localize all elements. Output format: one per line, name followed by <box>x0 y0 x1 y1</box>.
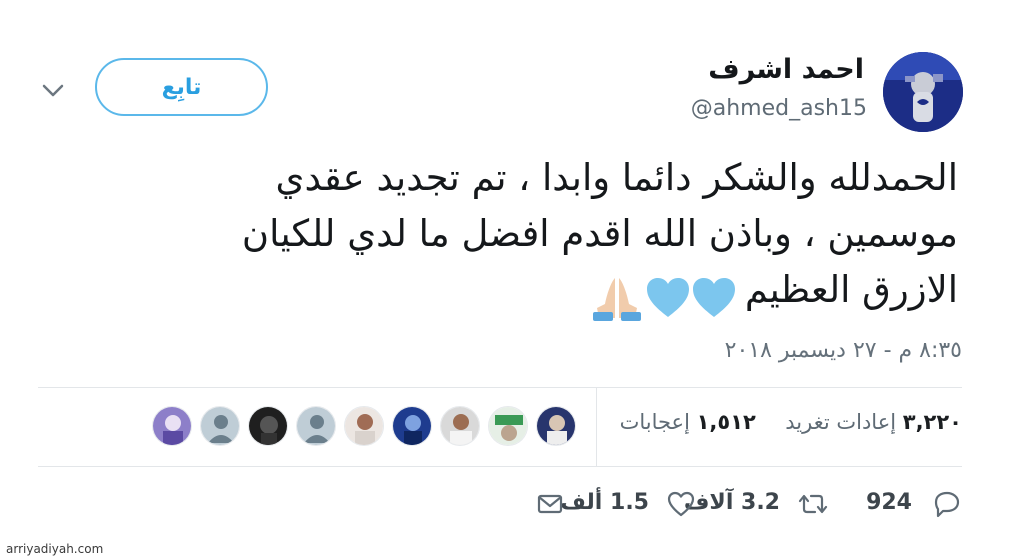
like-count[interactable]: 1.5 ألف <box>560 490 649 515</box>
likes-count[interactable]: ١,٥١٢ <box>697 410 756 434</box>
chevron-down-icon[interactable] <box>40 80 66 100</box>
divider <box>38 466 962 467</box>
heart-icon[interactable] <box>666 484 696 524</box>
liker-avatar[interactable] <box>536 406 576 446</box>
tweet-line: الحمدلله والشكر دائما وابدا ، تم تجديد ع… <box>275 156 958 199</box>
tweet-line: الازرق العظيم <box>744 268 958 311</box>
author-handle[interactable]: @ahmed_ash15 <box>691 96 867 121</box>
watermark: arriyadiyah.com <box>6 542 104 556</box>
liker-avatar[interactable] <box>440 406 480 446</box>
direct-message-icon[interactable] <box>536 484 564 524</box>
tweet-text: الحمدلله والشكر دائما وابدا ، تم تجديد ع… <box>78 150 958 324</box>
avatar-image <box>883 52 963 132</box>
avatar[interactable] <box>883 52 963 132</box>
vertical-divider <box>596 388 597 466</box>
liker-avatar[interactable] <box>296 406 336 446</box>
folded-hands-icon <box>592 277 641 321</box>
likes-label[interactable]: إعجابات <box>620 410 690 434</box>
liker-avatar[interactable] <box>152 406 192 446</box>
tweet-line-last: الازرق العظيم <box>78 262 958 324</box>
reply-icon[interactable] <box>932 484 962 524</box>
liker-avatar[interactable] <box>200 406 240 446</box>
tweet-line: موسمين ، وباذن الله اقدم افضل ما لدي للك… <box>241 212 958 255</box>
author-display-name[interactable]: احمد اشرف <box>708 54 864 85</box>
retweets-count[interactable]: ٣,٢٢٠ <box>903 410 962 434</box>
tweet-emojis <box>589 268 737 324</box>
retweet-count[interactable]: 3.2 آلاف <box>684 490 780 515</box>
retweets-label[interactable]: إعادات تغريد <box>785 410 896 434</box>
liker-avatar[interactable] <box>392 406 432 446</box>
tweet-stats: ٣,٢٢٠ إعادات تغريد ١,٥١٢ إعجابات <box>620 410 962 434</box>
liker-avatar[interactable] <box>248 406 288 446</box>
blue-heart-icon <box>646 277 689 317</box>
liker-avatar[interactable] <box>344 406 384 446</box>
reply-count[interactable]: 924 <box>866 490 912 515</box>
retweet-icon[interactable] <box>797 484 829 524</box>
divider <box>38 387 962 388</box>
liker-avatar[interactable] <box>488 406 528 446</box>
tweet-timestamp[interactable]: ٨:٣٥ م - ٢٧ ديسمبر ٢٠١٨ <box>725 338 962 363</box>
follow-button[interactable]: تابِع <box>95 58 268 116</box>
blue-heart-icon <box>692 277 735 317</box>
